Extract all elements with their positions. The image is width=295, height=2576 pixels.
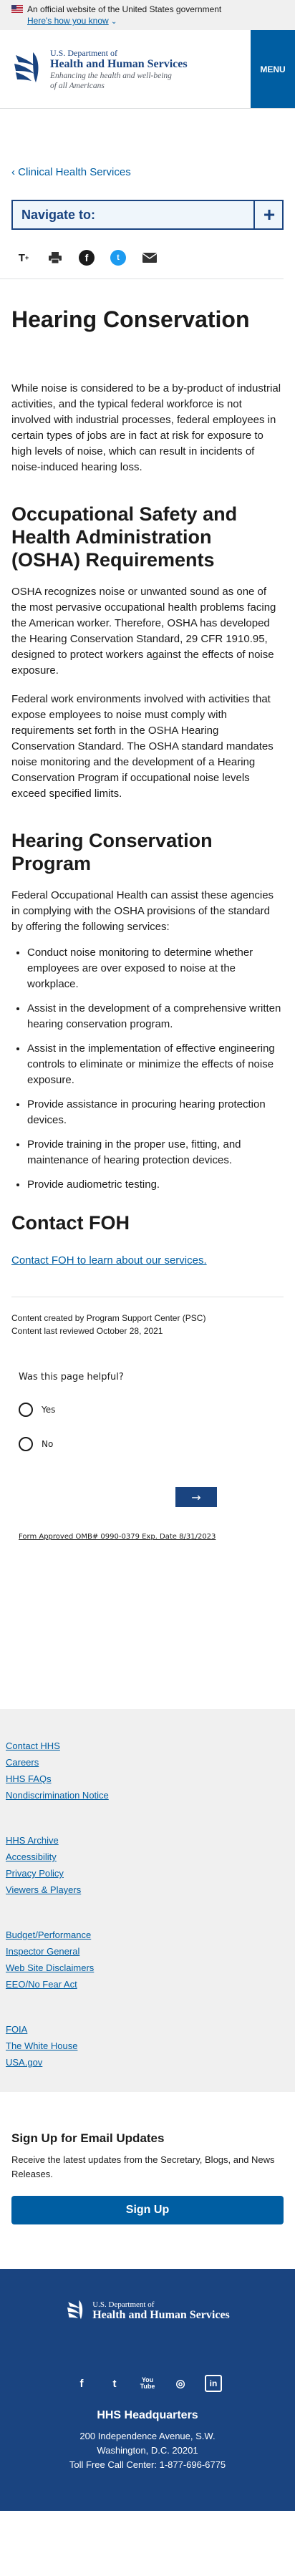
content-created: Content created by Program Support Cente… xyxy=(11,1313,206,1323)
contact-foh-link[interactable]: Contact FOH to learn about our services. xyxy=(11,1254,284,1267)
us-flag-icon xyxy=(11,5,23,13)
intro-paragraph: While noise is considered to be a by-pro… xyxy=(11,382,281,473)
content-reviewed: Content last reviewed October 28, 2021 xyxy=(11,1326,163,1336)
list-item: Conduct noise monitoring to determine wh… xyxy=(27,945,284,992)
footer-links: Contact HHS Careers HHS FAQs Nondiscrimi… xyxy=(0,1709,295,2092)
site-footer: U.S. Department of Health and Human Serv… xyxy=(0,2269,295,2511)
hhs-eagle-icon xyxy=(67,2300,83,2320)
text-size-icon[interactable]: T + xyxy=(16,250,32,266)
logo-name: Health and Human Services xyxy=(50,57,188,70)
email-signup: Sign Up for Email Updates Receive the la… xyxy=(0,2131,295,2224)
address-line-2: Washington, D.C. 20201 xyxy=(97,2445,198,2456)
footer-link[interactable]: Contact HHS xyxy=(6,1738,284,1754)
footer-link-group: FOIA The White House USA.gov xyxy=(6,2021,284,2071)
email-icon[interactable] xyxy=(142,250,158,266)
twitter-icon[interactable]: t xyxy=(106,2375,123,2392)
list-item: Provide audiometric testing. xyxy=(27,1177,284,1193)
footer-link[interactable]: Web Site Disclaimers xyxy=(6,1960,284,1976)
breadcrumb-label: Clinical Health Services xyxy=(18,166,131,178)
feedback-question: Was this page helpful? xyxy=(19,1372,124,1383)
footer-link-group: Contact HHS Careers HHS FAQs Nondiscrimi… xyxy=(6,1738,284,1803)
services-list: Conduct noise monitoring to determine wh… xyxy=(11,945,284,1193)
logo-tagline-1: Enhancing the health and well-being xyxy=(50,71,172,80)
breadcrumb: ‹ Clinical Health Services xyxy=(0,109,295,178)
address-line-1: 200 Independence Avenue, S.W. xyxy=(79,2431,216,2441)
facebook-icon[interactable]: f xyxy=(73,2375,90,2392)
instagram-icon[interactable]: ◎ xyxy=(172,2375,189,2392)
osha-paragraph-2: Federal work environments involved with … xyxy=(11,693,274,800)
linkedin-icon[interactable]: in xyxy=(205,2375,222,2392)
print-icon[interactable] xyxy=(47,250,63,266)
footer-link[interactable]: Viewers & Players xyxy=(6,1882,284,1898)
navigate-to-dropdown[interactable]: Navigate to: + xyxy=(11,200,284,230)
footer-logo-dept: U.S. Department of xyxy=(92,2300,155,2309)
submit-button[interactable]: → xyxy=(175,1487,217,1507)
list-item: Provide training in the proper use, fitt… xyxy=(27,1137,284,1168)
hq-title: HHS Headquarters xyxy=(97,2409,198,2421)
content-meta: Content created by Program Support Cente… xyxy=(11,1312,284,1337)
chevron-left-icon: ‹ xyxy=(11,166,19,178)
radio-yes-label: Yes xyxy=(42,1405,56,1415)
hhs-eagle-icon xyxy=(14,52,39,82)
social-links: f t You Tube ◎ in xyxy=(0,2375,295,2392)
omb-notice-link[interactable]: Form Approved OMB# 0990-0379 Exp. Date 8… xyxy=(19,1533,284,1541)
osha-paragraph-1: OSHA recognizes noise or unwanted sound … xyxy=(11,586,276,677)
radio-button[interactable] xyxy=(19,1403,33,1417)
chevron-down-icon[interactable]: ⌄ xyxy=(111,18,117,26)
footer-link-group: HHS Archive Accessibility Privacy Policy… xyxy=(6,1832,284,1898)
how-you-know-link[interactable]: Here's how you know xyxy=(27,16,109,26)
hq-address: 200 Independence Avenue, S.W. Washington… xyxy=(0,2429,295,2472)
footer-link[interactable]: HHS FAQs xyxy=(6,1771,284,1787)
main-content: Hearing Conservation While noise is cons… xyxy=(0,305,295,1337)
logo-dept: U.S. Department of xyxy=(50,47,117,58)
radio-button[interactable] xyxy=(19,1437,33,1451)
footer-link[interactable]: Inspector General xyxy=(6,1943,284,1960)
footer-link[interactable]: Careers xyxy=(6,1754,284,1771)
list-item: Assist in the development of a comprehen… xyxy=(27,1001,284,1032)
gov-banner-text: An official website of the United States… xyxy=(27,4,222,14)
facebook-icon[interactable]: f xyxy=(79,250,95,266)
plus-icon[interactable]: + xyxy=(253,200,284,230)
footer-link[interactable]: Privacy Policy xyxy=(6,1865,284,1882)
hhs-logo[interactable]: U.S. Department of Health and Human Serv… xyxy=(0,30,251,108)
navigate-to-label: Navigate to: xyxy=(21,207,96,222)
radio-no[interactable]: No xyxy=(19,1437,284,1451)
list-item: Assist in the implementation of effectiv… xyxy=(27,1041,284,1088)
footer-link[interactable]: Accessibility xyxy=(6,1849,284,1865)
site-header: U.S. Department of Health and Human Serv… xyxy=(0,30,295,109)
phone-number[interactable]: Toll Free Call Center: 1-877-696-6775 xyxy=(0,2458,295,2472)
hcp-paragraph: Federal Occupational Health can assist t… xyxy=(11,889,274,933)
contact-heading: Contact FOH xyxy=(11,1212,130,1234)
osha-heading: Occupational Safety and Health Administr… xyxy=(11,503,238,571)
footer-link[interactable]: HHS Archive xyxy=(6,1832,284,1849)
signup-heading: Sign Up for Email Updates xyxy=(11,2131,165,2145)
radio-yes[interactable]: Yes xyxy=(19,1403,284,1417)
footer-link[interactable]: EEO/No Fear Act xyxy=(6,1976,284,1992)
menu-button[interactable]: MENU xyxy=(251,30,295,108)
signup-button[interactable]: Sign Up xyxy=(11,2196,284,2224)
footer-link[interactable]: Nondiscrimination Notice xyxy=(6,1787,284,1803)
share-toolbar: T + f t xyxy=(0,230,284,279)
footer-link[interactable]: USA.gov xyxy=(6,2054,284,2071)
footer-link[interactable]: Budget/Performance xyxy=(6,1927,284,1943)
footer-logo-name: Health and Human Services xyxy=(92,2309,230,2321)
list-item: Provide assistance in procuring hearing … xyxy=(27,1097,284,1128)
radio-no-label: No xyxy=(42,1439,54,1449)
gov-banner: An official website of the United States… xyxy=(0,0,295,30)
logo-tagline-2: of all Americans xyxy=(50,81,105,90)
breadcrumb-link[interactable]: ‹ Clinical Health Services xyxy=(11,166,131,178)
footer-link[interactable]: The White House xyxy=(6,2038,284,2054)
page-title: Hearing Conservation xyxy=(11,306,250,332)
footer-link-group: Budget/Performance Inspector General Web… xyxy=(6,1927,284,1992)
twitter-icon[interactable]: t xyxy=(110,250,126,266)
youtube-icon[interactable]: You Tube xyxy=(139,2375,156,2392)
footer-link[interactable]: FOIA xyxy=(6,2021,284,2038)
footer-logo[interactable]: U.S. Department of Health and Human Serv… xyxy=(0,2297,295,2325)
signup-text: Receive the latest updates from the Secr… xyxy=(11,2154,275,2179)
hcp-heading: Hearing Conservation Program xyxy=(11,830,213,874)
feedback-form: Was this page helpful? Yes No → Form App… xyxy=(0,1372,295,1541)
